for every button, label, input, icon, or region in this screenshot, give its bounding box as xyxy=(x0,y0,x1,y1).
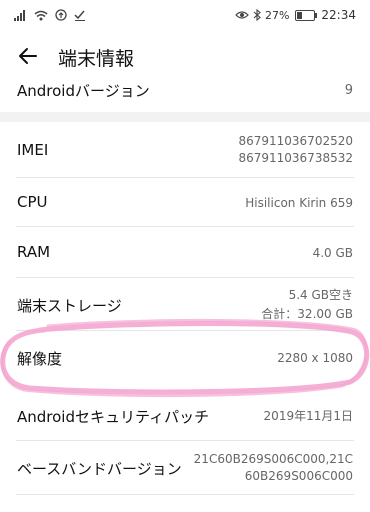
baseband-value-2: 60B269S006C000 xyxy=(244,469,353,483)
storage-total-value: 合計：32.00 GB xyxy=(261,307,353,321)
row-ram[interactable]: RAM 4.0 GB xyxy=(0,227,370,277)
data-saver-icon xyxy=(55,9,67,21)
signal-icon xyxy=(14,9,25,21)
resolution-value: 2280 x 1080 xyxy=(277,351,353,365)
android-version-label: Androidバージョン xyxy=(17,82,150,100)
battery-icon xyxy=(295,9,318,21)
app-header: 端末情報 xyxy=(0,36,370,76)
check-icon xyxy=(74,10,85,21)
back-arrow-icon[interactable] xyxy=(14,42,42,70)
row-baseband[interactable]: ベースバンドバージョン 21C60B269S006C000,21C 60B269… xyxy=(0,441,370,491)
baseband-value-1: 21C60B269S006C000,21C xyxy=(193,452,353,466)
storage-free-value: 5.4 GB空き xyxy=(288,288,353,302)
imei-value-2: 867911036738532 xyxy=(238,151,353,165)
row-android-version[interactable]: Androidバージョン 9 xyxy=(0,80,370,116)
status-icons-left xyxy=(14,7,86,23)
cpu-label: CPU xyxy=(17,193,48,211)
eye-icon xyxy=(235,11,249,19)
storage-label: 端末ストレージ xyxy=(17,297,122,315)
section-separator xyxy=(0,112,370,122)
battery-level xyxy=(297,11,302,19)
row-storage[interactable]: 端末ストレージ 5.4 GB空き 合計：32.00 GB xyxy=(0,278,370,330)
page-title: 端末情報 xyxy=(58,48,135,70)
row-security-patch[interactable]: Androidセキュリティパッチ 2019年11月1日 xyxy=(0,394,370,438)
divider xyxy=(16,494,354,495)
cpu-value: Hisilicon Kirin 659 xyxy=(245,196,353,210)
imei-value-1: 867911036702520 xyxy=(238,134,353,148)
row-resolution[interactable]: 解像度 2280 x 1080 xyxy=(0,331,370,383)
bluetooth-icon xyxy=(253,9,261,21)
status-icons-right: 27% 22:34 xyxy=(235,7,356,23)
resolution-label: 解像度 xyxy=(17,350,63,368)
security-patch-label: Androidセキュリティパッチ xyxy=(17,408,210,426)
security-patch-value: 2019年11月1日 xyxy=(263,409,353,423)
ram-label: RAM xyxy=(17,243,51,261)
status-time: 22:34 xyxy=(321,8,356,22)
wifi-icon xyxy=(34,10,48,20)
row-cpu[interactable]: CPU Hisilicon Kirin 659 xyxy=(0,178,370,226)
android-version-value: 9 xyxy=(344,83,353,98)
status-bar: 27% 22:34 xyxy=(0,0,370,30)
battery-percent: 27% xyxy=(264,8,290,22)
row-imei[interactable]: IMEI 867911036702520 867911036738532 xyxy=(0,122,370,177)
baseband-label: ベースバンドバージョン xyxy=(17,460,182,478)
imei-label: IMEI xyxy=(17,141,49,159)
ram-value: 4.0 GB xyxy=(312,246,353,260)
